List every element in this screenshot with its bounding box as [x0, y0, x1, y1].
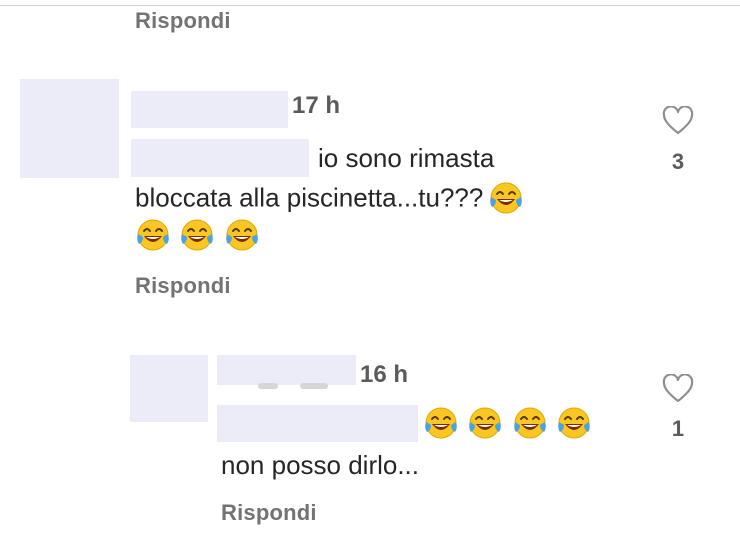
redacted-mention[interactable]: [131, 139, 309, 177]
emoji-row: [423, 405, 596, 441]
redacted-username[interactable]: [217, 355, 356, 385]
redaction-remnant: [258, 383, 278, 389]
reply-button-previous[interactable]: Rispondi: [135, 8, 231, 34]
heart-outline-icon[interactable]: [662, 374, 694, 404]
laughing-emoji-icon: [179, 217, 215, 253]
laughing-emoji-icon: [556, 405, 592, 441]
comment-timestamp: 17 h: [292, 92, 341, 119]
comment-text-row: bloccata alla piscinetta...tu???: [135, 180, 528, 216]
reply-button[interactable]: Rispondi: [135, 273, 231, 299]
comment-text-line-1: io sono rimasta: [318, 143, 495, 173]
avatar[interactable]: [20, 79, 119, 178]
laughing-emoji-icon: [488, 180, 524, 216]
comment-timestamp: 16 h: [360, 361, 409, 388]
laughing-emoji-icon: [224, 217, 260, 253]
heart-outline-icon[interactable]: [662, 106, 694, 136]
laughing-emoji-icon: [423, 405, 459, 441]
redacted-mention[interactable]: [217, 405, 418, 442]
like-count: 3: [671, 149, 685, 174]
redacted-username[interactable]: [131, 91, 288, 128]
top-divider: [0, 5, 740, 6]
comment-text-line-2: bloccata alla piscinetta...tu???: [135, 182, 484, 213]
reply-button[interactable]: Rispondi: [221, 500, 317, 526]
laughing-emoji-icon: [512, 405, 548, 441]
like-count: 1: [671, 416, 685, 441]
laughing-emoji-icon: [467, 405, 503, 441]
laughing-emoji-icon: [135, 217, 171, 253]
emoji-row: [135, 217, 264, 253]
comment-text-line: non posso dirlo...: [221, 450, 420, 480]
redaction-remnant: [300, 383, 328, 389]
avatar[interactable]: [130, 355, 208, 422]
